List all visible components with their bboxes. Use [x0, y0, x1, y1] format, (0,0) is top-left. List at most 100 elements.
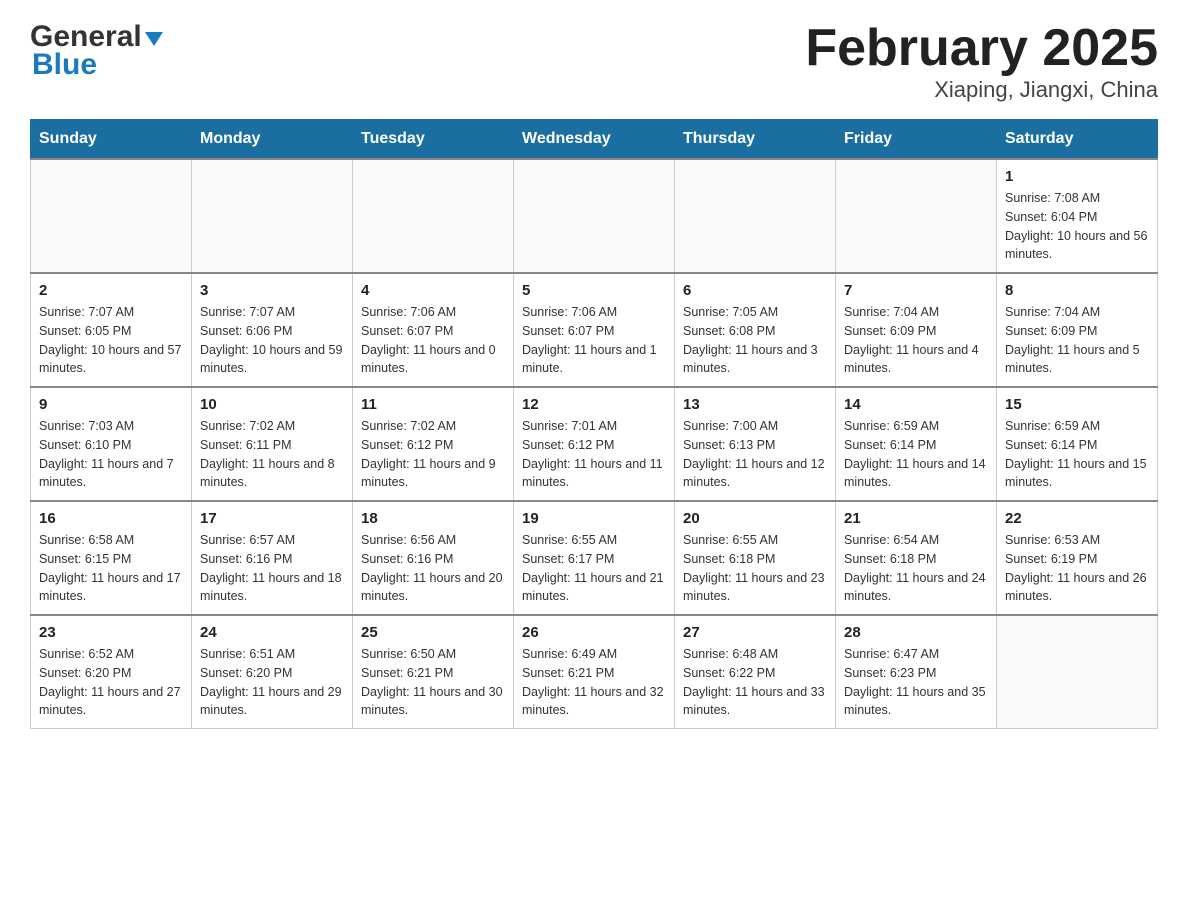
calendar-week-row: 2 Sunrise: 7:07 AMSunset: 6:05 PMDaylight… — [31, 273, 1158, 387]
logo-triangle-icon — [145, 32, 163, 46]
calendar-cell: 26 Sunrise: 6:49 AMSunset: 6:21 PMDayligh… — [514, 615, 675, 729]
calendar-cell: 17 Sunrise: 6:57 AMSunset: 6:16 PMDayligh… — [192, 501, 353, 615]
calendar-cell: 23Sunrise: 6:52 AMSunset: 6:20 PMDayligh… — [31, 615, 192, 729]
logo-blue-text: Blue — [32, 48, 163, 82]
day-number: 12 — [522, 396, 666, 413]
column-header-wednesday: Wednesday — [514, 120, 675, 160]
column-header-tuesday: Tuesday — [353, 120, 514, 160]
day-info: Sunrise: 6:48 AMSunset: 6:22 PMDaylight:… — [683, 645, 827, 720]
day-number: 8 — [1005, 282, 1149, 299]
day-info: Sunrise: 6:59 AMSunset: 6:14 PMDaylight:… — [1005, 417, 1149, 492]
calendar-cell: 15 Sunrise: 6:59 AMSunset: 6:14 PMDayligh… — [997, 387, 1158, 501]
day-info: Sunrise: 7:07 AMSunset: 6:06 PMDaylight:… — [200, 303, 344, 378]
day-number: 16 — [39, 510, 183, 527]
calendar-table: SundayMondayTuesdayWednesdayThursdayFrid… — [30, 119, 1158, 729]
calendar-cell — [997, 615, 1158, 729]
day-number: 7 — [844, 282, 988, 299]
column-header-sunday: Sunday — [31, 120, 192, 160]
calendar-cell: 4Sunrise: 7:06 AMSunset: 6:07 PMDaylight… — [353, 273, 514, 387]
day-info: Sunrise: 6:49 AMSunset: 6:21 PMDaylight:… — [522, 645, 666, 720]
calendar-cell: 14Sunrise: 6:59 AMSunset: 6:14 PMDayligh… — [836, 387, 997, 501]
day-number: 9 — [39, 396, 183, 413]
calendar-cell: 22 Sunrise: 6:53 AMSunset: 6:19 PMDayligh… — [997, 501, 1158, 615]
page-header: General Blue February 2025 Xiaping, Jian… — [30, 20, 1158, 103]
day-info: Sunrise: 6:50 AMSunset: 6:21 PMDaylight:… — [361, 645, 505, 720]
calendar-cell — [353, 159, 514, 273]
day-number: 3 — [200, 282, 344, 299]
day-info: Sunrise: 7:00 AMSunset: 6:13 PMDaylight:… — [683, 417, 827, 492]
day-number: 24 — [200, 624, 344, 641]
day-info: Sunrise: 7:07 AMSunset: 6:05 PMDaylight:… — [39, 303, 183, 378]
day-info: Sunrise: 6:57 AMSunset: 6:16 PMDaylight:… — [200, 531, 344, 606]
day-info: Sunrise: 7:04 AMSunset: 6:09 PMDaylight:… — [1005, 303, 1149, 378]
day-number: 13 — [683, 396, 827, 413]
calendar-cell: 27 Sunrise: 6:48 AMSunset: 6:22 PMDayligh… — [675, 615, 836, 729]
day-info: Sunrise: 7:03 AMSunset: 6:10 PMDaylight:… — [39, 417, 183, 492]
day-info: Sunrise: 7:02 AMSunset: 6:11 PMDaylight:… — [200, 417, 344, 492]
calendar-cell: 19 Sunrise: 6:55 AMSunset: 6:17 PMDayligh… — [514, 501, 675, 615]
calendar-cell — [514, 159, 675, 273]
day-number: 26 — [522, 624, 666, 641]
day-number: 2 — [39, 282, 183, 299]
column-header-friday: Friday — [836, 120, 997, 160]
calendar-cell — [836, 159, 997, 273]
calendar-cell: 25 Sunrise: 6:50 AMSunset: 6:21 PMDayligh… — [353, 615, 514, 729]
column-header-thursday: Thursday — [675, 120, 836, 160]
day-info: Sunrise: 6:55 AMSunset: 6:18 PMDaylight:… — [683, 531, 827, 606]
day-info: Sunrise: 6:47 AMSunset: 6:23 PMDaylight:… — [844, 645, 988, 720]
calendar-cell: 16Sunrise: 6:58 AMSunset: 6:15 PMDayligh… — [31, 501, 192, 615]
calendar-cell: 20 Sunrise: 6:55 AMSunset: 6:18 PMDayligh… — [675, 501, 836, 615]
calendar-cell: 12 Sunrise: 7:01 AMSunset: 6:12 PMDayligh… — [514, 387, 675, 501]
calendar-cell: 5 Sunrise: 7:06 AMSunset: 6:07 PMDaylight… — [514, 273, 675, 387]
day-number: 25 — [361, 624, 505, 641]
calendar-header-row: SundayMondayTuesdayWednesdayThursdayFrid… — [31, 120, 1158, 160]
calendar-cell: 13 Sunrise: 7:00 AMSunset: 6:13 PMDayligh… — [675, 387, 836, 501]
day-info: Sunrise: 7:04 AMSunset: 6:09 PMDaylight:… — [844, 303, 988, 378]
calendar-week-row: 9 Sunrise: 7:03 AMSunset: 6:10 PMDaylight… — [31, 387, 1158, 501]
calendar-week-row: 23Sunrise: 6:52 AMSunset: 6:20 PMDayligh… — [31, 615, 1158, 729]
calendar-week-row: 1Sunrise: 7:08 AMSunset: 6:04 PMDaylight… — [31, 159, 1158, 273]
calendar-cell: 8 Sunrise: 7:04 AMSunset: 6:09 PMDaylight… — [997, 273, 1158, 387]
calendar-cell: 21 Sunrise: 6:54 AMSunset: 6:18 PMDayligh… — [836, 501, 997, 615]
calendar-cell: 18 Sunrise: 6:56 AMSunset: 6:16 PMDayligh… — [353, 501, 514, 615]
day-info: Sunrise: 6:54 AMSunset: 6:18 PMDaylight:… — [844, 531, 988, 606]
calendar-cell: 28 Sunrise: 6:47 AMSunset: 6:23 PMDayligh… — [836, 615, 997, 729]
day-number: 5 — [522, 282, 666, 299]
day-number: 15 — [1005, 396, 1149, 413]
calendar-title: February 2025 — [805, 20, 1158, 77]
day-number: 22 — [1005, 510, 1149, 527]
day-info: Sunrise: 7:02 AMSunset: 6:12 PMDaylight:… — [361, 417, 505, 492]
day-number: 11 — [361, 396, 505, 413]
calendar-cell — [31, 159, 192, 273]
calendar-cell: 9 Sunrise: 7:03 AMSunset: 6:10 PMDaylight… — [31, 387, 192, 501]
calendar-cell: 11 Sunrise: 7:02 AMSunset: 6:12 PMDayligh… — [353, 387, 514, 501]
column-header-monday: Monday — [192, 120, 353, 160]
calendar-cell: 1Sunrise: 7:08 AMSunset: 6:04 PMDaylight… — [997, 159, 1158, 273]
calendar-cell: 10Sunrise: 7:02 AMSunset: 6:11 PMDayligh… — [192, 387, 353, 501]
calendar-subtitle: Xiaping, Jiangxi, China — [805, 77, 1158, 103]
day-number: 23 — [39, 624, 183, 641]
day-info: Sunrise: 6:59 AMSunset: 6:14 PMDaylight:… — [844, 417, 988, 492]
day-number: 20 — [683, 510, 827, 527]
calendar-cell: 6Sunrise: 7:05 AMSunset: 6:08 PMDaylight… — [675, 273, 836, 387]
day-info: Sunrise: 7:01 AMSunset: 6:12 PMDaylight:… — [522, 417, 666, 492]
day-info: Sunrise: 6:55 AMSunset: 6:17 PMDaylight:… — [522, 531, 666, 606]
day-number: 27 — [683, 624, 827, 641]
day-number: 17 — [200, 510, 344, 527]
calendar-cell: 2 Sunrise: 7:07 AMSunset: 6:05 PMDaylight… — [31, 273, 192, 387]
day-number: 18 — [361, 510, 505, 527]
column-header-saturday: Saturday — [997, 120, 1158, 160]
day-info: Sunrise: 6:56 AMSunset: 6:16 PMDaylight:… — [361, 531, 505, 606]
calendar-cell — [192, 159, 353, 273]
day-number: 28 — [844, 624, 988, 641]
calendar-cell: 7 Sunrise: 7:04 AMSunset: 6:09 PMDaylight… — [836, 273, 997, 387]
day-number: 21 — [844, 510, 988, 527]
day-info: Sunrise: 7:06 AMSunset: 6:07 PMDaylight:… — [522, 303, 666, 378]
day-info: Sunrise: 7:06 AMSunset: 6:07 PMDaylight:… — [361, 303, 505, 378]
day-number: 19 — [522, 510, 666, 527]
day-info: Sunrise: 6:53 AMSunset: 6:19 PMDaylight:… — [1005, 531, 1149, 606]
title-area: February 2025 Xiaping, Jiangxi, China — [805, 20, 1158, 103]
calendar-cell — [675, 159, 836, 273]
calendar-cell: 3 Sunrise: 7:07 AMSunset: 6:06 PMDaylight… — [192, 273, 353, 387]
day-number: 6 — [683, 282, 827, 299]
